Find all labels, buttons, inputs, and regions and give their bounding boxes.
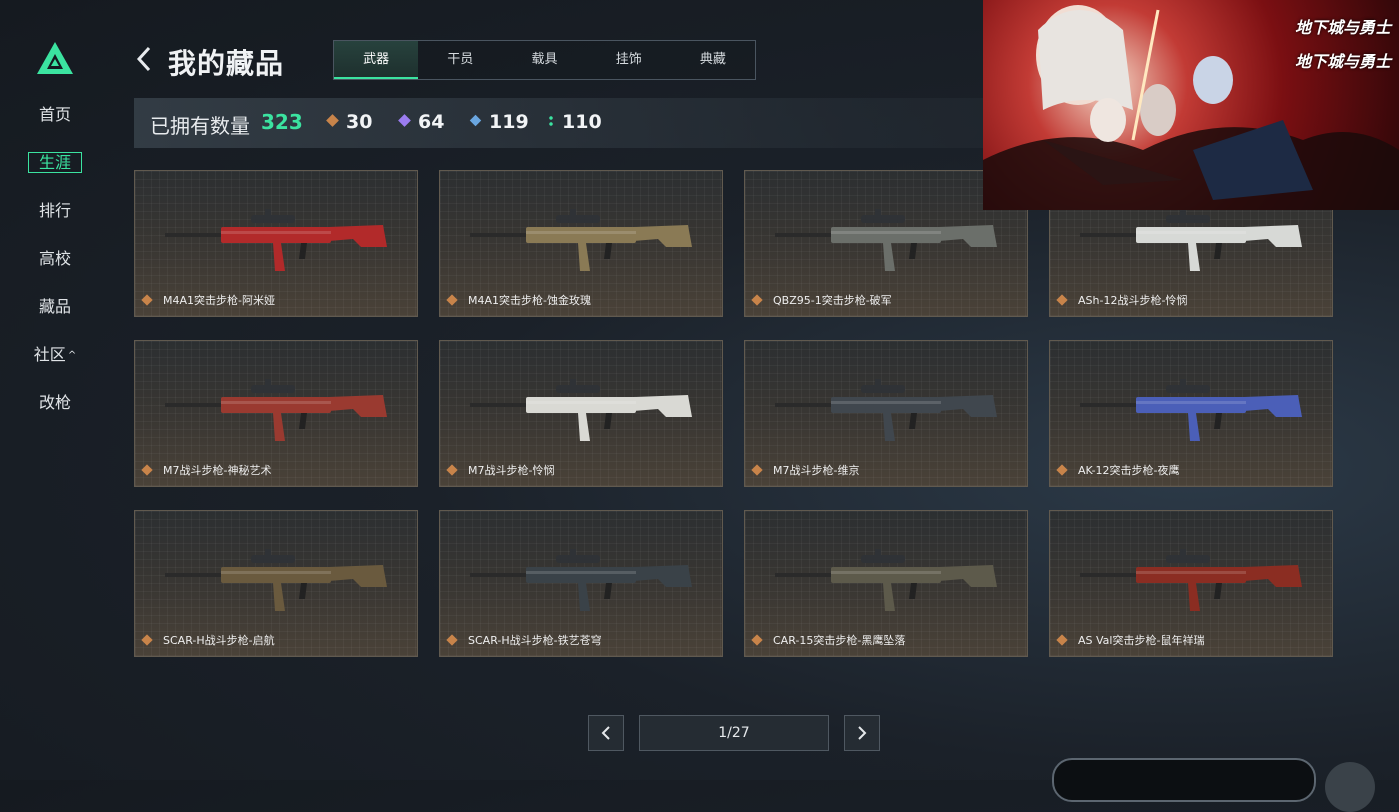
tab-operators[interactable]: 干员 xyxy=(418,41,502,79)
rarity-diamond-icon xyxy=(1056,294,1068,306)
weapon-grid: M4A1突击步枪-阿米娅 M4A1突击步枪-蚀金玫瑰 QBZ95-1突击步枪-破军 A… xyxy=(134,170,1333,657)
weapon-image xyxy=(1080,209,1302,271)
sidebar-item-label: 高校 xyxy=(38,249,71,268)
rarity-diamond-icon xyxy=(446,464,458,476)
rarity-diamond-icon xyxy=(141,634,153,646)
rarity-count-blue: 119 xyxy=(469,111,529,133)
rarity-diamond-icon xyxy=(446,294,458,306)
ad-logo-text: 地下城与勇士 xyxy=(1294,18,1391,37)
chevron-left-icon xyxy=(601,726,610,740)
sidebar-item-career[interactable]: 生涯 xyxy=(0,148,110,196)
page-title: 我的藏品 xyxy=(168,47,285,80)
weapon-name: M4A1突击步枪-蚀金玫瑰 xyxy=(468,294,591,307)
sidebar-item-collection[interactable]: 藏品 xyxy=(0,292,110,340)
rarity-count-value: 119 xyxy=(489,111,529,133)
weapon-name: SCAR-H战斗步枪-铁艺苍穹 xyxy=(468,634,602,647)
orange-diamond-icon xyxy=(326,114,339,127)
weapon-image xyxy=(775,209,997,271)
weapon-card[interactable]: M4A1突击步枪-阿米娅 xyxy=(134,170,418,317)
sidebar-item-college[interactable]: 高校 xyxy=(0,244,110,292)
weapon-name: AK-12突击步枪-夜鹰 xyxy=(1078,464,1180,477)
prev-page-button[interactable] xyxy=(588,715,624,751)
sidebar-item-label: 藏品 xyxy=(38,297,71,316)
weapon-name: M7战斗步枪-怜悯 xyxy=(468,464,555,477)
category-tabs: 武器 干员 载具 挂饰 典藏 xyxy=(333,40,756,80)
chevron-right-icon xyxy=(858,726,867,740)
weapon-card[interactable]: M7战斗步枪-怜悯 xyxy=(439,340,723,487)
weapon-card[interactable]: M7战斗步枪-神秘艺术 xyxy=(134,340,418,487)
rarity-count-purple: 64 xyxy=(398,111,445,133)
weapon-image xyxy=(470,549,692,611)
weapon-image xyxy=(1080,379,1302,441)
sidebar-item-home[interactable]: 首页 xyxy=(0,100,110,148)
tab-vehicles[interactable]: 载具 xyxy=(502,41,586,79)
weapon-card[interactable]: M7战斗步枪-维京 xyxy=(744,340,1028,487)
chevron-up-icon: ^ xyxy=(67,350,77,361)
weapon-name: M7战斗步枪-维京 xyxy=(773,464,860,477)
rarity-count-orange: 30 xyxy=(326,111,373,133)
owned-total-value: 323 xyxy=(261,110,303,134)
weapon-card[interactable]: SCAR-H战斗步枪-启航 xyxy=(134,510,418,657)
ad-logo-text: 地下城与勇士 xyxy=(1294,52,1391,71)
next-page-button[interactable] xyxy=(844,715,880,751)
tab-collectibles[interactable]: 典藏 xyxy=(671,41,755,79)
weapon-image xyxy=(165,209,387,271)
owned-count-label: 已拥有数量 xyxy=(150,114,250,138)
rarity-diamond-icon xyxy=(751,464,763,476)
floating-pill-button[interactable] xyxy=(1052,758,1316,802)
weapon-card[interactable]: AK-12突击步枪-夜鹰 xyxy=(1049,340,1333,487)
rarity-count-value: 64 xyxy=(418,111,445,133)
rarity-count-value: 30 xyxy=(346,111,373,133)
rarity-diamond-icon xyxy=(446,634,458,646)
blue-diamond-icon xyxy=(469,114,482,127)
tab-charms[interactable]: 挂饰 xyxy=(587,41,671,79)
rarity-diamond-icon xyxy=(141,294,153,306)
rarity-diamond-icon xyxy=(751,294,763,306)
weapon-image xyxy=(470,209,692,271)
weapon-name: M4A1突击步枪-阿米娅 xyxy=(163,294,275,307)
weapon-name: CAR-15突击步枪-黑鹰坠落 xyxy=(773,634,906,647)
weapon-name: QBZ95-1突击步枪-破军 xyxy=(773,294,892,307)
weapon-card[interactable]: AS Val突击步枪-鼠年祥瑞 xyxy=(1049,510,1333,657)
rarity-count-green: 110 xyxy=(549,111,602,133)
page-indicator: 1/27 xyxy=(639,715,829,751)
sidebar-item-label: 排行 xyxy=(38,201,71,220)
sidebar-item-label: 改枪 xyxy=(38,393,71,412)
sidebar-item-gun-mod[interactable]: 改枪 xyxy=(0,388,110,436)
weapon-image xyxy=(470,379,692,441)
rarity-diamond-icon xyxy=(751,634,763,646)
rarity-count-value: 110 xyxy=(562,111,602,133)
rarity-diamond-icon xyxy=(1056,634,1068,646)
sidebar-nav: 首页 生涯 排行 高校 藏品 社区 ^ 改枪 xyxy=(0,100,110,436)
weapon-image xyxy=(775,379,997,441)
app-logo-icon[interactable] xyxy=(37,42,73,76)
weapon-card[interactable]: M4A1突击步枪-蚀金玫瑰 xyxy=(439,170,723,317)
weapon-image xyxy=(165,549,387,611)
sidebar-item-label: 生涯 xyxy=(27,152,82,173)
weapon-image xyxy=(165,379,387,441)
tab-weapons[interactable]: 武器 xyxy=(334,41,419,79)
weapon-card[interactable]: CAR-15突击步枪-黑鹰坠落 xyxy=(744,510,1028,657)
sidebar-item-ranking[interactable]: 排行 xyxy=(0,196,110,244)
weapon-name: AS Val突击步枪-鼠年祥瑞 xyxy=(1078,634,1205,647)
back-arrow-icon[interactable] xyxy=(134,44,154,74)
sidebar-item-community[interactable]: 社区 ^ xyxy=(0,340,110,388)
sidebar-item-label: 首页 xyxy=(38,105,71,124)
weapon-card[interactable]: SCAR-H战斗步枪-铁艺苍穹 xyxy=(439,510,723,657)
rarity-diamond-icon xyxy=(1056,464,1068,476)
weapon-image xyxy=(1080,549,1302,611)
floating-circle-button[interactable] xyxy=(1325,762,1375,812)
weapon-name: ASh-12战斗步枪-怜悯 xyxy=(1078,294,1188,307)
green-dots-icon xyxy=(549,115,553,127)
weapon-name: SCAR-H战斗步枪-启航 xyxy=(163,634,275,647)
game-ad-overlay[interactable]: 地下城与勇士 地下城与勇士 xyxy=(983,0,1399,210)
sidebar-item-label: 社区 xyxy=(33,345,66,364)
purple-diamond-icon xyxy=(398,114,411,127)
weapon-image xyxy=(775,549,997,611)
rarity-diamond-icon xyxy=(141,464,153,476)
weapon-name: M7战斗步枪-神秘艺术 xyxy=(163,464,272,477)
